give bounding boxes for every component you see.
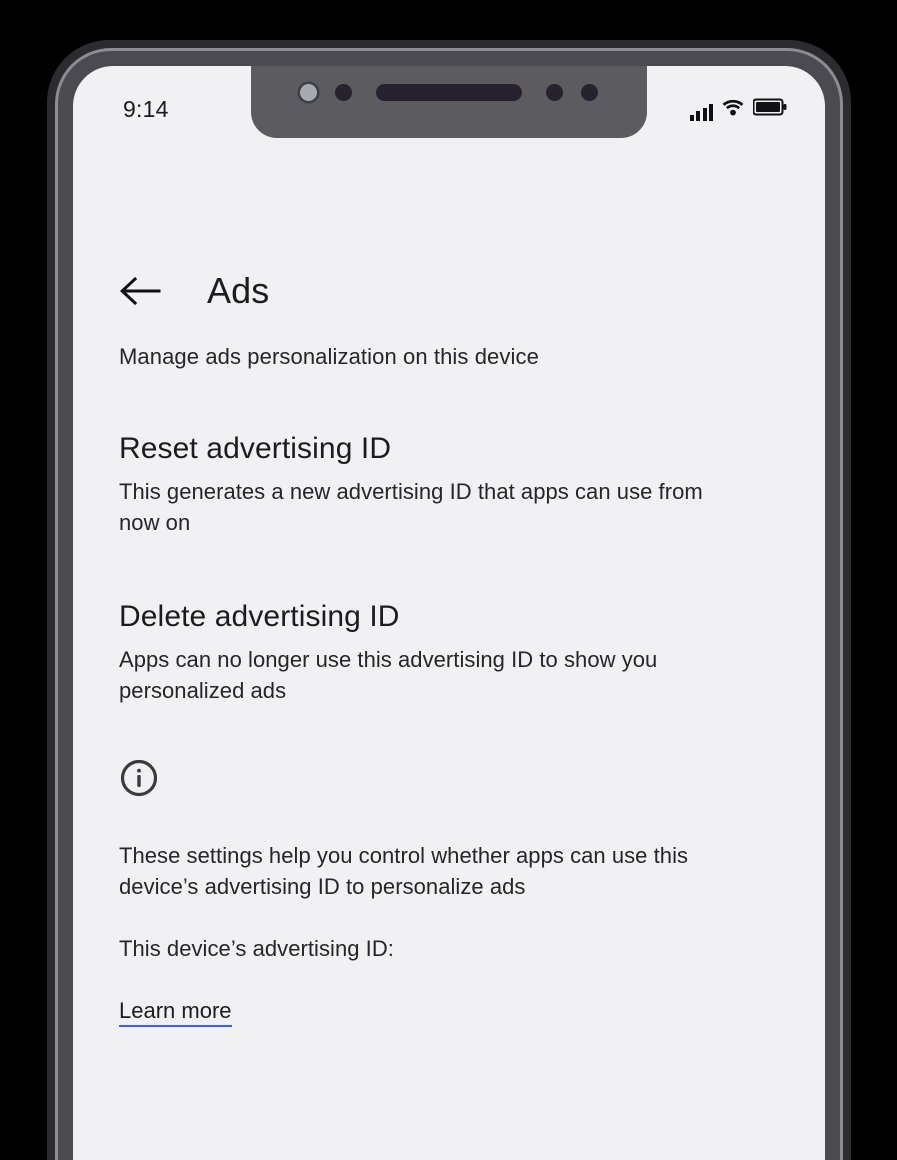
device-advertising-id-label: This device’s advertising ID: [119,936,394,961]
settings-content: Ads Manage ads personalization on this d… [73,92,825,1027]
section-description: Apps can no longer use this advertising … [119,647,658,703]
section-title: Reset advertising ID [119,432,392,465]
section-title: Delete advertising ID [119,600,400,633]
battery-icon [752,98,787,121]
page-subtitle: Manage ads personalization on this devic… [119,344,539,369]
footnote-block: These settings help you control whether … [119,840,781,1027]
info-icon-row [119,758,781,798]
status-bar: 9:14 [73,92,825,126]
page-title: Ads [207,270,270,311]
back-arrow-icon [120,276,161,306]
status-time: 9:14 [123,95,169,122]
phone-frame: 9:14 Ads Manage ads personalization on t… [47,40,851,1160]
signal-bars-icon [689,103,713,121]
phone-screen: 9:14 Ads Manage ads personalization on t… [73,66,825,1160]
section-description: This generates a new advertising ID that… [119,479,703,535]
learn-more-link[interactable]: Learn more [119,998,232,1027]
section-delete-advertising-id[interactable]: Delete advertising ID Apps can no longer… [119,600,781,706]
info-paragraph: These settings help you control whether … [119,843,689,899]
back-button[interactable] [119,276,161,306]
status-icons [689,98,788,121]
wifi-icon [722,98,744,121]
section-reset-advertising-id[interactable]: Reset advertising ID This generates a ne… [119,432,781,538]
info-circle-icon [120,759,158,797]
